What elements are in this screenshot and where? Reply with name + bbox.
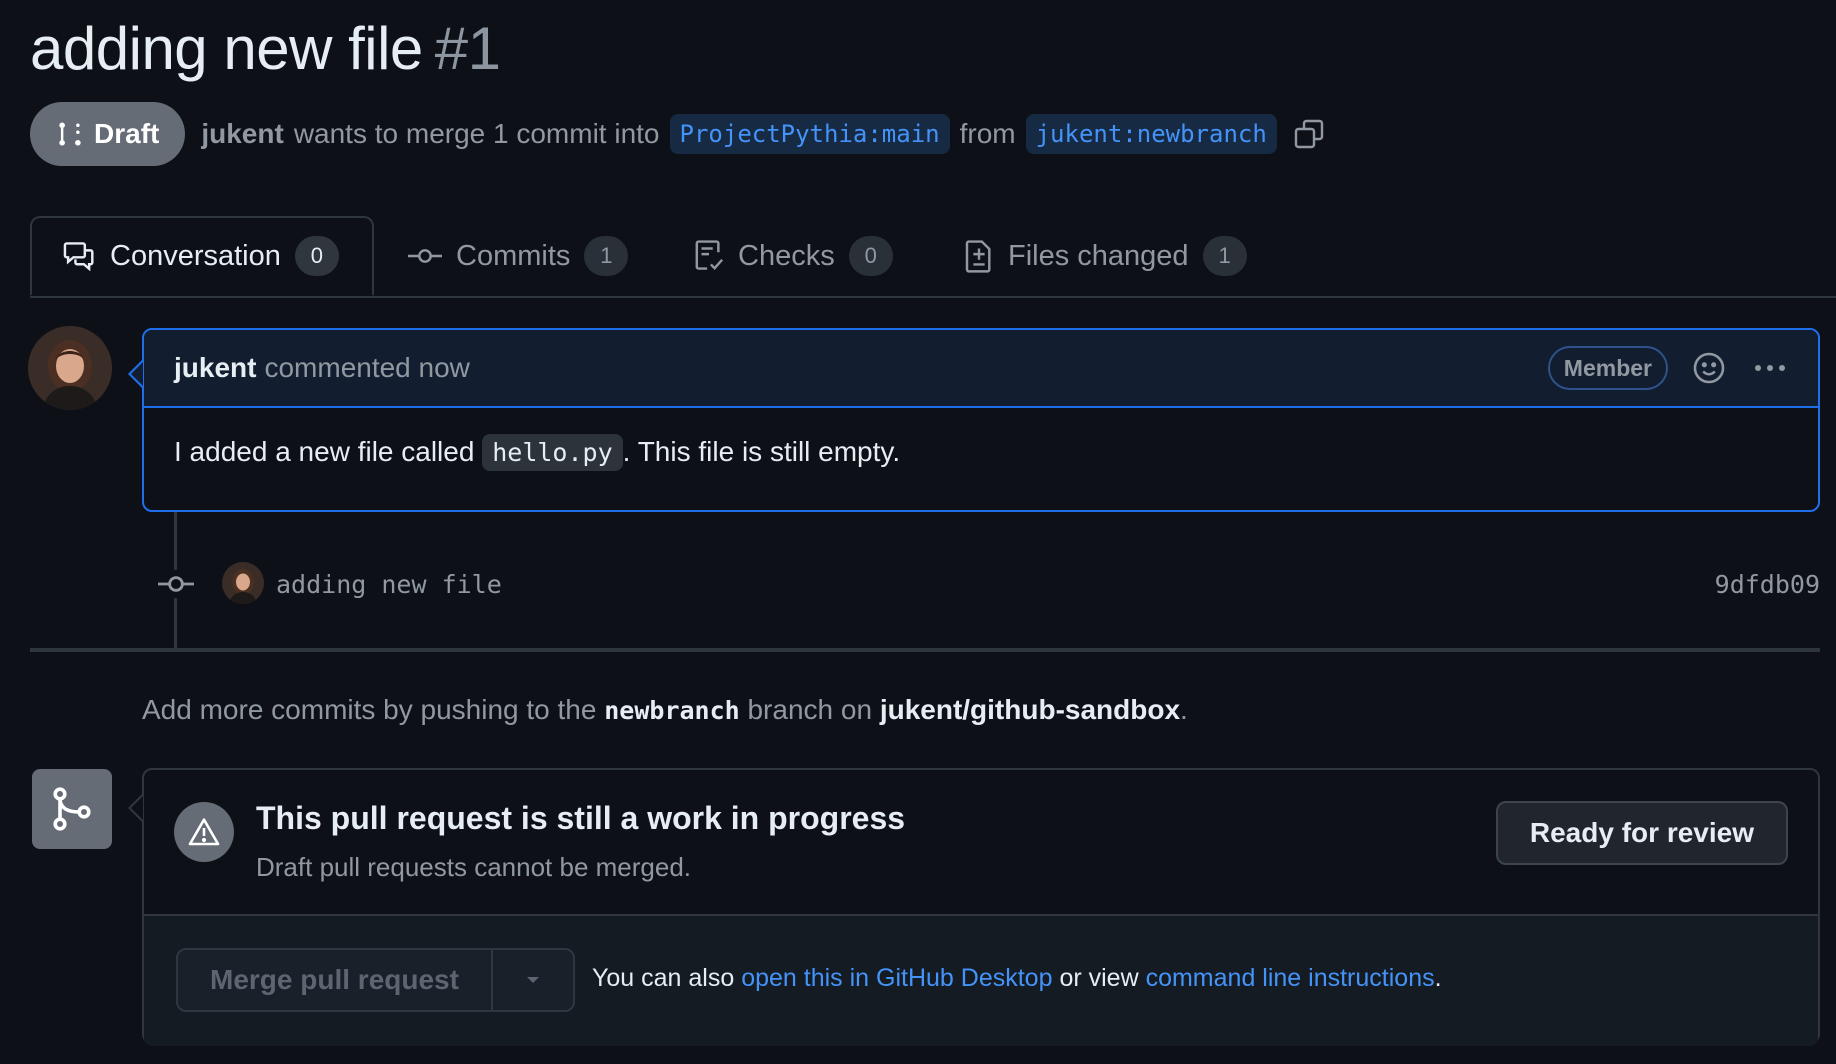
member-badge: Member xyxy=(1547,346,1668,390)
wip-subtitle: Draft pull requests cannot be merged. xyxy=(256,852,692,882)
wip-title: This pull request is still a work in pro… xyxy=(256,800,906,836)
comment-author-link[interactable]: jukent xyxy=(174,352,256,384)
draft-status-badge: Draft xyxy=(30,102,186,166)
comment-body: I added a new file called hello.py. This… xyxy=(144,408,1818,496)
pr-tabs: Conversation 0 Commits 1 Checks 0 Files … xyxy=(30,216,1836,298)
comment-caret-inner xyxy=(131,362,143,386)
comment-text-post: . This file is still empty. xyxy=(622,436,901,467)
tab-commits[interactable]: Commits 1 xyxy=(408,216,629,296)
note-pre: You can also xyxy=(592,964,735,992)
inline-code: hello.py xyxy=(482,434,623,471)
merge-caret-inner xyxy=(131,796,143,820)
tab-commits-label: Commits xyxy=(456,239,571,272)
merge-pull-request-button[interactable]: Merge pull request xyxy=(178,950,493,1010)
pr-meta-row: Draft jukent wants to merge 1 commit int… xyxy=(30,102,1816,166)
merge-button-group: Merge pull request xyxy=(176,948,575,1012)
comment-box: jukent commented now Member I added a ne… xyxy=(142,328,1820,512)
from-text: from xyxy=(959,118,1016,149)
note-mid: or view xyxy=(1059,964,1139,992)
git-pull-request-draft-icon xyxy=(56,120,84,148)
commit-message-link[interactable]: adding new file xyxy=(276,570,502,599)
alert-icon xyxy=(174,802,234,862)
commit-author-avatar[interactable] xyxy=(222,562,264,604)
git-commit-icon xyxy=(158,570,194,598)
head-branch-label[interactable]: jukent:newbranch xyxy=(1025,114,1277,154)
tab-checks-count: 0 xyxy=(848,236,893,276)
open-desktop-link[interactable]: open this in GitHub Desktop xyxy=(741,964,1052,992)
note-post: . xyxy=(1434,964,1442,992)
merge-note: You can also open this in GitHub Desktop… xyxy=(592,964,1442,993)
kebab-horizontal-icon[interactable] xyxy=(1752,362,1788,374)
merge-box: This pull request is still a work in pro… xyxy=(142,768,1820,1046)
hint-mid: branch on xyxy=(747,694,873,725)
pr-number: #1 xyxy=(434,15,501,82)
tab-files-changed[interactable]: Files changed 1 xyxy=(964,216,1247,296)
hint-branch: newbranch xyxy=(604,696,740,725)
ready-for-review-button[interactable]: Ready for review xyxy=(1495,801,1788,865)
tab-files-changed-label: Files changed xyxy=(1008,239,1189,272)
merge-status: This pull request is still a work in pro… xyxy=(144,770,1818,916)
triangle-down-icon xyxy=(525,975,541,985)
comment-text-pre: I added a new file called xyxy=(174,436,475,467)
commit-timeline-item: adding new file 9dfdb09 xyxy=(0,560,1820,610)
git-commit-icon xyxy=(408,246,442,266)
merge-description: wants to merge 1 commit into xyxy=(293,118,660,149)
copy-icon[interactable] xyxy=(1293,118,1325,150)
command-line-link[interactable]: command line instructions xyxy=(1146,964,1435,992)
push-hint: Add more commits by pushing to the newbr… xyxy=(142,694,1188,726)
checklist-icon xyxy=(694,239,724,273)
hint-post: . xyxy=(1180,694,1188,725)
tab-checks[interactable]: Checks 0 xyxy=(694,216,893,296)
tab-conversation[interactable]: Conversation 0 xyxy=(30,216,374,296)
comment-timestamp[interactable]: commented now xyxy=(264,352,469,384)
tab-conversation-count: 0 xyxy=(294,236,339,276)
timeline-divider xyxy=(30,648,1820,652)
tab-checks-label: Checks xyxy=(738,239,835,272)
base-branch-label[interactable]: ProjectPythia:main xyxy=(669,114,950,154)
smiley-icon[interactable] xyxy=(1692,351,1726,385)
hint-pre: Add more commits by pushing to the xyxy=(142,694,597,725)
page-title: adding new file #1 xyxy=(30,12,501,86)
pr-author-link[interactable]: jukent xyxy=(201,118,283,150)
tab-commits-count: 1 xyxy=(584,236,629,276)
hint-repo-link[interactable]: jukent/github-sandbox xyxy=(880,694,1180,725)
file-diff-icon xyxy=(964,239,994,273)
commit-sha-link[interactable]: 9dfdb09 xyxy=(1715,570,1820,599)
git-merge-icon xyxy=(32,769,112,849)
merge-dropdown-button[interactable] xyxy=(493,950,573,1010)
pr-title: adding new file xyxy=(30,15,423,82)
merge-actions: Merge pull request You can also open thi… xyxy=(144,916,1818,1046)
tab-files-changed-count: 1 xyxy=(1202,236,1247,276)
draft-label: Draft xyxy=(94,118,160,149)
avatar[interactable] xyxy=(28,326,112,410)
comment-discussion-icon xyxy=(62,241,96,271)
tab-conversation-label: Conversation xyxy=(110,239,281,272)
comment-header: jukent commented now Member xyxy=(144,330,1818,408)
